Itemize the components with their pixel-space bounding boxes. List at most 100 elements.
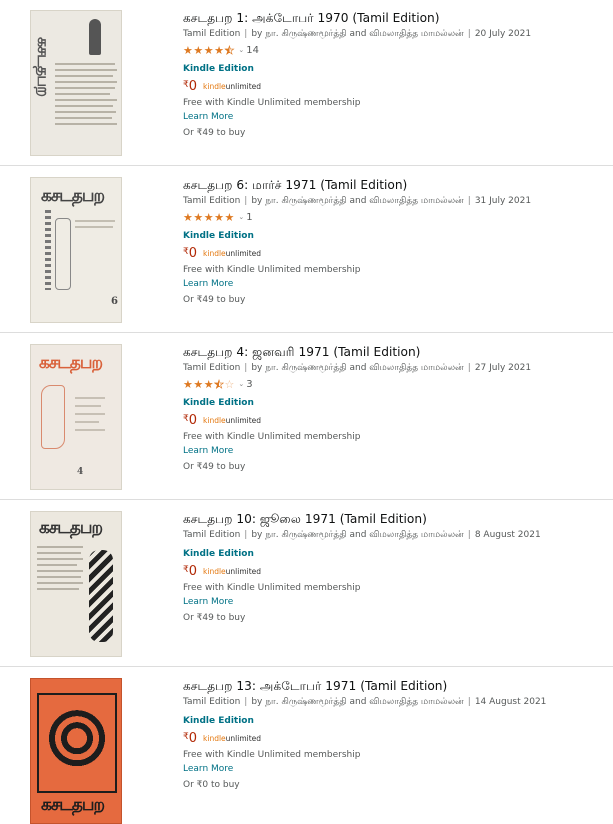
edition-suffix[interactable]: (Tamil Edition) [320,178,407,192]
buy-price-link[interactable]: Or ₹49 to buy [183,461,603,473]
edition-suffix[interactable]: (Tamil Edition) [333,345,420,359]
price[interactable]: ₹0 [183,246,197,261]
learn-more-link[interactable]: Learn More [183,596,603,608]
publish-date: 14 August 2021 [474,697,547,707]
cover-issue-number: 6 [111,296,118,307]
price-value: 0 [188,413,198,428]
separator: | [467,363,471,373]
cover-masthead: கசடதபற [41,795,105,815]
result-title-link[interactable]: கசடதபற 10: ஜூலை 1971 (Tamil Edition) [183,511,603,527]
rating-count-link[interactable]: 3 [246,379,252,390]
format-link[interactable]: Kindle Edition [183,715,603,727]
star-full-icon: ★ [183,210,193,224]
star-full-icon: ★ [193,210,204,224]
price-row: ₹0 kindleunlimited [183,413,603,428]
rating-count-link[interactable]: 1 [246,212,252,223]
buy-price-link[interactable]: Or ₹49 to buy [183,294,603,306]
book-cover-image[interactable]: கசடதபற 4 [30,344,122,490]
learn-more-link[interactable]: Learn More [183,111,603,123]
binding-label: Tamil Edition [183,363,241,373]
book-cover-image[interactable]: கசடதபற 6 [30,177,122,323]
author-link[interactable]: விமலாதித்த மாமல்லன் [369,363,463,373]
book-cover-image[interactable]: கசடதபற [30,10,122,156]
star-full-icon: ★ [193,43,204,57]
format-link[interactable]: Kindle Edition [183,397,603,409]
result-title[interactable]: கசடதபற 6: மார்ச் 1971 [183,178,316,192]
star-full-icon: ★ [214,43,224,57]
author-prefix: by [251,363,263,373]
author-link[interactable]: விமலாதித்த மாமல்லன் [369,29,463,39]
learn-more-link[interactable]: Learn More [183,445,603,457]
price[interactable]: ₹0 [183,731,197,746]
search-result: கசடதபற 6 கசடதபற 6: மார்ச் 1971 (Tamil Ed… [0,167,613,333]
kindle-unlimited-logo: kindleunlimited [203,82,261,91]
rating-count-link[interactable]: 14 [246,45,259,56]
format-link[interactable]: Kindle Edition [183,63,603,75]
edition-suffix[interactable]: (Tamil Edition) [360,679,447,693]
star-full-icon: ★ [183,377,193,391]
learn-more-link[interactable]: Learn More [183,278,603,290]
star-half-icon: ★ [214,377,224,391]
result-title-link[interactable]: கசடதபற 13: அக்டோபர் 1971 (Tamil Edition) [183,678,603,694]
binding-label: Tamil Edition [183,196,241,206]
chevron-down-icon[interactable]: ⌄ [238,380,244,388]
result-title[interactable]: கசடதபற 13: அக்டோபர் 1971 [183,679,356,693]
rating-row[interactable]: ★ ★ ★ ★ ★ ⌄ 14 [183,43,603,57]
author-link[interactable]: நா. கிருஷ்ணமூர்த்தி [265,196,346,206]
price-currency: ₹ [183,414,189,424]
star-rating[interactable]: ★ ★ ★ ★ ★ [183,43,235,57]
author-join: and [349,530,367,540]
star-rating[interactable]: ★ ★ ★ ★ ★ [183,212,234,223]
author-link[interactable]: நா. கிருஷ்ணமூர்த்தி [265,530,346,540]
rating-row[interactable]: ★ ★ ★ ★ ☆ ⌄ 3 [183,377,603,391]
binding-label: Tamil Edition [183,697,241,707]
result-meta: Tamil Edition | by நா. கிருஷ்ணமூர்த்தி and… [183,28,603,41]
price-value: 0 [188,79,198,94]
rating-row[interactable]: ★ ★ ★ ★ ★ ⌄ 1 [183,210,603,224]
result-title-link[interactable]: கசடதபற 4: ஜனவரி 1971 (Tamil Edition) [183,344,603,360]
result-title-link[interactable]: கசடதபற 1: அக்டோபர் 1970 (Tamil Edition) [183,10,603,26]
learn-more-link[interactable]: Learn More [183,763,603,775]
result-title[interactable]: கசடதபற 10: ஜூலை 1971 [183,512,336,526]
result-title[interactable]: கசடதபற 1: அக்டோபர் 1970 [183,11,349,25]
author-link[interactable]: நா. கிருஷ்ணமூர்த்தி [265,697,346,707]
chevron-down-icon[interactable]: ⌄ [238,213,244,221]
ku-membership-text: Free with Kindle Unlimited membership [183,265,361,275]
author-link[interactable]: விமலாதித்த மாமல்லன் [369,196,463,206]
result-meta: Tamil Edition | by நா. கிருஷ்ணமூர்த்தி and… [183,529,603,542]
cover-art [45,210,51,290]
buy-price-link[interactable]: Or ₹49 to buy [183,127,603,139]
cover-masthead: கசடதபற [34,37,53,97]
result-title-link[interactable]: கசடதபற 6: மார்ச் 1971 (Tamil Edition) [183,177,603,193]
separator: | [244,363,248,373]
buy-price-link[interactable]: Or ₹0 to buy [183,779,603,791]
search-result: கசடதபற கசடதபற 10: ஜூலை 1971 (Tamil Editi… [0,501,613,667]
format-link[interactable]: Kindle Edition [183,548,603,560]
price[interactable]: ₹0 [183,79,197,94]
format-link[interactable]: Kindle Edition [183,230,603,242]
edition-suffix[interactable]: (Tamil Edition) [352,11,439,25]
author-link[interactable]: நா. கிருஷ்ணமூர்த்தி [265,29,346,39]
author-link[interactable]: விமலாதித்த மாமல்லன் [369,530,463,540]
ku-kindle: kindle [203,734,226,743]
ku-unlimited: unlimited [225,82,262,91]
author-link[interactable]: விமலாதித்த மாமல்லன் [369,697,463,707]
book-cover-image[interactable]: கசடதபற [30,511,122,657]
buy-price-link[interactable]: Or ₹49 to buy [183,612,603,624]
price[interactable]: ₹0 [183,413,197,428]
price-value: 0 [188,246,198,261]
publish-date: 8 August 2021 [474,530,541,540]
author-link[interactable]: நா. கிருஷ்ணமூர்த்தி [265,363,346,373]
cover-masthead: கசடதபற [39,518,103,538]
ku-unlimited: unlimited [225,734,262,743]
price[interactable]: ₹0 [183,564,197,579]
book-cover-image[interactable]: கசடதபற [30,678,122,824]
separator: | [467,196,471,206]
chevron-down-icon[interactable]: ⌄ [238,46,244,54]
cover-masthead: கசடதபற [39,353,103,373]
edition-suffix[interactable]: (Tamil Edition) [340,512,427,526]
binding-label: Tamil Edition [183,530,241,540]
star-rating[interactable]: ★ ★ ★ ★ ☆ [183,377,234,391]
result-title[interactable]: கசடதபற 4: ஜனவரி 1971 [183,345,329,359]
price-row: ₹0 kindleunlimited [183,246,603,261]
